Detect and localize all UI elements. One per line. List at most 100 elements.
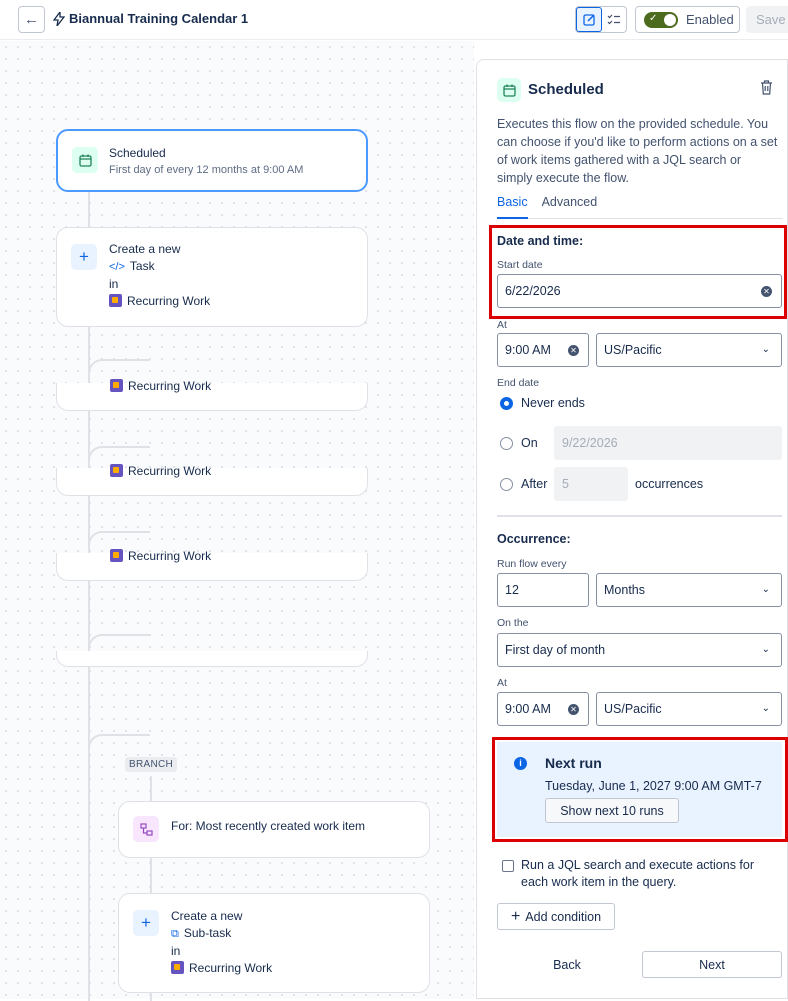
collapsed-project-name: Recurring Work (128, 379, 212, 393)
plus-icon: + (133, 910, 159, 936)
in-label: in (171, 944, 181, 958)
in-label: in (109, 277, 119, 291)
end-after-count-input[interactable]: 5 (554, 467, 628, 501)
never-ends-radio[interactable] (500, 397, 513, 410)
project-icon (109, 294, 122, 307)
arrow-left-icon: ← (24, 11, 39, 28)
occurrence-timezone-value: US/Pacific (604, 702, 662, 716)
connector-curve (88, 734, 150, 758)
start-time-value: 9:00 AM (505, 343, 551, 357)
branch-node-label: For: Most recently created work item (171, 819, 366, 833)
chevron-down-icon: ⌄ (761, 644, 770, 655)
occurrences-label: occurrences (635, 477, 704, 491)
end-on-radio[interactable] (500, 437, 513, 450)
flow-title-group: Biannual Training Calendar 1 (53, 11, 248, 26)
collapsed-project-name: Recurring Work (128, 464, 212, 478)
panel-tabs: Basic Advanced (497, 195, 783, 219)
occurrence-at-label: At (497, 677, 507, 689)
clear-icon[interactable]: ✕ (568, 704, 579, 715)
code-icon: </> (109, 261, 125, 273)
next-step-button[interactable]: Next (642, 951, 782, 978)
trigger-title: Scheduled (109, 146, 166, 160)
unit-value: Months (604, 583, 645, 597)
back-step-button[interactable]: Back (497, 951, 637, 978)
jql-checkbox-label: Run a JQL search and execute actions for… (521, 858, 755, 889)
view-toggle[interactable] (575, 6, 627, 33)
save-button[interactable]: Save (746, 6, 788, 33)
create-label: Create a new (171, 909, 243, 923)
trigger-subtitle: First day of every 12 months at 9:00 AM (109, 164, 304, 176)
plus-icon: + (510, 907, 521, 925)
project-name: Recurring Work (189, 961, 273, 975)
enabled-label: Enabled (686, 12, 734, 27)
checklist-icon (607, 14, 620, 24)
config-panel: Scheduled Executes this flow on the prov… (476, 59, 788, 999)
start-time-input[interactable]: 9:00 AM ✕ (497, 333, 589, 367)
end-after-radio[interactable] (500, 478, 513, 491)
project-icon (110, 464, 123, 477)
top-bar: ← Biannual Training Calendar 1 ✓ Enabled… (0, 0, 788, 40)
collapsed-node[interactable] (56, 651, 368, 667)
at-label: At (497, 319, 507, 331)
create-subtask-node[interactable]: + Create a new ⧉ Sub-task in Recurring Wo… (118, 893, 430, 993)
end-on-date-input[interactable]: 9/22/2026 (554, 426, 782, 460)
back-button[interactable]: ← (18, 6, 45, 33)
on-the-value: First day of month (505, 643, 606, 657)
panel-title: Scheduled (528, 81, 604, 98)
end-date-label: End date (497, 377, 540, 389)
collapsed-node[interactable]: Recurring Work (56, 464, 368, 496)
clear-icon[interactable]: ✕ (568, 345, 579, 356)
chevron-down-icon: ⌄ (761, 584, 770, 595)
edit-view-button[interactable] (576, 7, 602, 32)
trash-icon[interactable] (760, 80, 773, 100)
collapsed-node[interactable]: Recurring Work (56, 379, 368, 411)
run-every-label: Run flow every (497, 558, 567, 570)
start-timezone-select[interactable]: US/Pacific ⌄ (596, 333, 782, 367)
collapsed-project-name: Recurring Work (128, 549, 212, 563)
trigger-node[interactable]: Scheduled First day of every 12 months a… (56, 129, 368, 192)
highlight-box-next-run (492, 737, 788, 842)
lightning-icon (53, 11, 65, 26)
branch-node[interactable]: For: Most recently created work item (118, 801, 430, 858)
enabled-toggle-button[interactable]: ✓ Enabled (635, 6, 740, 33)
occurrence-timezone-select[interactable]: US/Pacific ⌄ (596, 692, 782, 726)
section-divider (497, 515, 782, 517)
occurrence-time-value: 9:00 AM (505, 702, 551, 716)
never-ends-label: Never ends (521, 396, 585, 410)
branch-icon (133, 816, 159, 842)
occurrence-time-input[interactable]: 9:00 AM ✕ (497, 692, 589, 726)
jql-checkbox[interactable] (502, 860, 514, 872)
task-type: Task (129, 259, 155, 273)
branch-tag: BRANCH (125, 757, 178, 772)
add-condition-button[interactable]: + Add condition (497, 903, 615, 930)
flow-title: Biannual Training Calendar 1 (69, 11, 249, 26)
tab-advanced[interactable]: Advanced (542, 195, 598, 219)
calendar-icon (497, 78, 521, 102)
tab-basic[interactable]: Basic (497, 195, 528, 219)
flow-canvas[interactable]: Scheduled First day of every 12 months a… (0, 41, 474, 1001)
calendar-icon (72, 147, 98, 173)
switch-knob (664, 13, 676, 26)
run-every-input[interactable]: 12 (497, 573, 589, 607)
on-the-select[interactable]: First day of month ⌄ (497, 633, 782, 667)
end-after-label: After (521, 477, 548, 491)
start-timezone-value: US/Pacific (604, 343, 662, 357)
plus-icon: + (71, 244, 97, 270)
create-task-node[interactable]: + Create a new </> Task in Recurring Work (56, 227, 368, 327)
collapsed-node[interactable]: Recurring Work (56, 549, 368, 581)
panel-description: Executes this flow on the provided sched… (497, 117, 778, 185)
project-icon (110, 379, 123, 392)
subtask-type: Sub-task (183, 926, 232, 940)
add-condition-label: Add condition (525, 909, 602, 924)
create-label: Create a new (109, 242, 181, 256)
highlight-box-date-time (489, 225, 787, 319)
run-every-unit-select[interactable]: Months ⌄ (596, 573, 782, 607)
end-on-label: On (521, 436, 538, 450)
chevron-down-icon: ⌄ (761, 344, 770, 355)
list-view-button[interactable] (602, 7, 626, 32)
project-icon (171, 961, 184, 974)
project-name: Recurring Work (127, 294, 211, 308)
project-icon (110, 549, 123, 562)
on-the-label: On the (497, 617, 529, 629)
enabled-switch[interactable]: ✓ (644, 11, 678, 28)
